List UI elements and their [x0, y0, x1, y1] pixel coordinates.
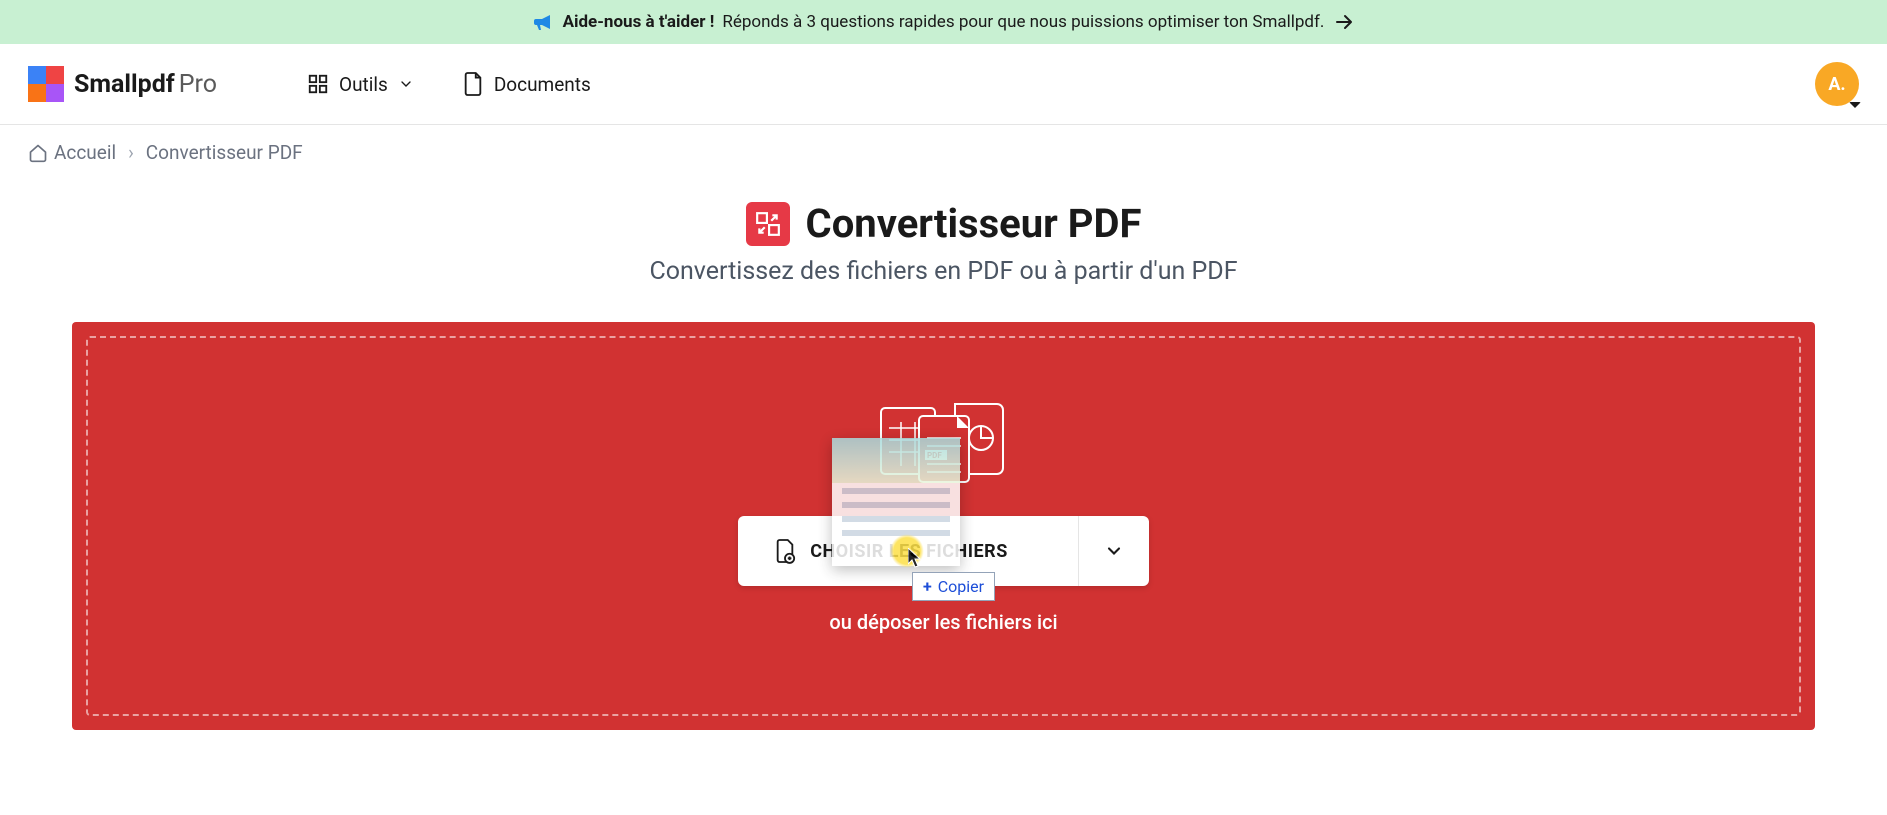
megaphone-icon	[531, 10, 555, 34]
drop-hint: ou déposer les fichiers ici	[829, 610, 1057, 634]
converter-icon	[746, 202, 790, 246]
breadcrumb-separator: ›	[128, 141, 134, 164]
nav-tools[interactable]: Outils	[307, 73, 414, 96]
dropzone-container: PDF CHOISIR LES FICHIERS ou déposer les …	[72, 322, 1815, 730]
logo-mark-icon	[28, 66, 64, 102]
dropzone[interactable]: PDF CHOISIR LES FICHIERS ou déposer les …	[86, 336, 1801, 716]
header: SmallpdfPro Outils Documents A.	[0, 44, 1887, 125]
avatar[interactable]: A.	[1815, 62, 1859, 106]
logo-text: SmallpdfPro	[74, 70, 217, 99]
nav-documents-label: Documents	[494, 73, 591, 96]
page-subtitle: Convertissez des fichiers en PDF ou à pa…	[0, 257, 1887, 286]
help-banner[interactable]: Aide-nous à t'aider ! Réponds à 3 questi…	[0, 0, 1887, 44]
file-add-icon	[774, 538, 796, 564]
hero: Convertisseur PDF Convertissez des fichi…	[0, 200, 1887, 286]
nav-documents[interactable]: Documents	[462, 71, 591, 97]
breadcrumb: Accueil › Convertisseur PDF	[0, 125, 1887, 180]
avatar-caret-icon	[1849, 102, 1861, 108]
choose-files-button[interactable]: CHOISIR LES FICHIERS	[738, 516, 1079, 586]
logo[interactable]: SmallpdfPro	[28, 66, 217, 102]
arrow-right-icon	[1332, 10, 1356, 34]
files-illustration-icon: PDF	[879, 398, 1009, 490]
chevron-down-icon	[1104, 541, 1124, 561]
choose-files-group: CHOISIR LES FICHIERS	[738, 516, 1149, 586]
main-nav: Outils Documents	[307, 71, 591, 97]
banner-text: Réponds à 3 questions rapides pour que n…	[722, 12, 1324, 32]
avatar-initial: A.	[1828, 74, 1845, 95]
banner-bold: Aide-nous à t'aider !	[563, 12, 715, 32]
chevron-down-icon	[398, 76, 414, 92]
choose-files-dropdown[interactable]	[1079, 516, 1149, 586]
breadcrumb-home[interactable]: Accueil	[28, 141, 116, 164]
home-icon	[28, 143, 48, 163]
grid-icon	[307, 73, 329, 95]
choose-files-label: CHOISIR LES FICHIERS	[810, 541, 1008, 562]
breadcrumb-current: Convertisseur PDF	[146, 141, 303, 164]
document-icon	[462, 71, 484, 97]
nav-tools-label: Outils	[339, 73, 388, 96]
svg-text:PDF: PDF	[927, 451, 942, 460]
page-title: Convertisseur PDF	[806, 200, 1142, 247]
